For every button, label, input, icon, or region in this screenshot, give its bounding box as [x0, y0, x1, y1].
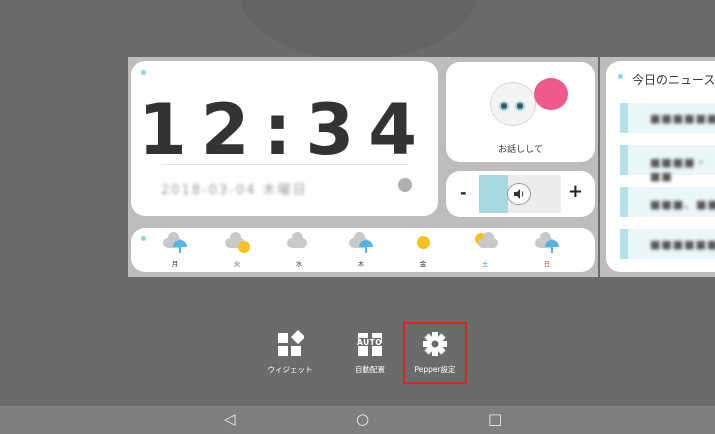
volume-slider-fill — [479, 175, 508, 213]
auto-layout-label: 自動配置 — [355, 365, 385, 374]
weather-cloud-icon — [283, 232, 315, 252]
clock-widget[interactable]: 12:34 2018-03-04 木曜日 — [131, 61, 438, 216]
back-icon[interactable]: ◁ — [224, 410, 236, 428]
news-item[interactable]: ■■■■■■■ — [620, 229, 715, 259]
widget-icon — [276, 329, 306, 358]
weather-day: 木 — [341, 232, 381, 268]
news-item[interactable]: ■■■■■■■ — [620, 103, 715, 133]
widget-button[interactable]: ウィジェット — [255, 329, 325, 375]
weather-cloud-umbrella-icon — [345, 232, 377, 253]
weather-day-label: 木 — [357, 260, 365, 268]
volume-up-button[interactable]: + — [568, 181, 583, 202]
news-item[interactable]: ■■■■・■■ — [620, 145, 715, 183]
weather-day-label: 水 — [295, 260, 303, 268]
widget-indicator-dot — [141, 70, 146, 75]
talk-label: お話しして — [498, 145, 543, 155]
top-arc-decoration — [238, 0, 478, 60]
talk-widget[interactable]: お話しして — [446, 62, 595, 162]
weather-day: 水 — [279, 232, 319, 268]
volume-widget: - + — [446, 171, 595, 217]
weather-day: 金 — [403, 232, 443, 268]
news-widget[interactable]: 今日のニュース ■■■■■■■ ■■■■・■■ ■■■、■■ ■■■■■■■ — [606, 61, 715, 272]
weather-day-label: 土 — [481, 260, 489, 268]
divider — [161, 164, 408, 165]
news-item-text: ■■■■■■■ — [650, 112, 715, 125]
news-item-text: ■■■■・■■ — [650, 156, 708, 183]
news-title: 今日のニュース — [632, 73, 715, 87]
weather-cloud-umbrella-icon — [159, 232, 191, 253]
news-item-text: ■■■■■■■ — [650, 238, 715, 251]
robot-eye-left — [499, 101, 509, 111]
widget-button-label: ウィジェット — [267, 365, 313, 374]
weather-widget[interactable]: 月火水木金土日 — [131, 228, 595, 272]
speech-bubble-icon — [534, 78, 568, 110]
weather-day-label: 日 — [543, 260, 551, 268]
home-icon[interactable]: ○ — [356, 410, 369, 428]
news-item[interactable]: ■■■、■■ — [620, 187, 715, 217]
volume-down-button[interactable]: - — [460, 183, 467, 202]
weather-sun-icon — [407, 232, 439, 252]
auto-layout-button[interactable]: AUTO 自動配置 — [335, 330, 405, 375]
weather-cloud-sun-icon — [221, 232, 253, 253]
weather-day-label: 火 — [233, 260, 241, 268]
pepper-settings-button[interactable]: Pepper設定 — [400, 330, 470, 375]
weather-day: 月 — [155, 232, 195, 268]
navigation-bar: ◁ ○ □ — [0, 406, 715, 434]
weather-cloud-umbrella-icon — [531, 232, 563, 253]
pepper-robot-icon — [490, 82, 536, 126]
weather-sun-cloud-icon — [469, 232, 501, 252]
speaker-icon[interactable] — [507, 183, 531, 205]
news-item-text: ■■■、■■ — [650, 198, 715, 211]
widget-indicator-dot — [141, 236, 146, 241]
clock-time: 12:34 — [138, 89, 431, 171]
weather-day: 火 — [217, 232, 257, 268]
clock-date: 2018-03-04 木曜日 — [161, 183, 308, 198]
volume-slider[interactable] — [479, 175, 561, 213]
weather-day: 日 — [527, 232, 567, 268]
recent-apps-icon[interactable]: □ — [488, 410, 502, 428]
widget-indicator-dot — [618, 74, 623, 79]
weather-day-label: 月 — [171, 260, 179, 268]
clock-settings-icon[interactable] — [398, 178, 412, 192]
weather-day-label: 金 — [419, 260, 427, 268]
robot-eye-right — [515, 101, 525, 111]
pepper-settings-label: Pepper設定 — [414, 365, 456, 374]
auto-badge: AUTO — [357, 338, 383, 347]
gear-icon — [421, 330, 449, 358]
weather-day: 土 — [465, 232, 505, 268]
auto-layout-icon: AUTO — [356, 330, 384, 358]
